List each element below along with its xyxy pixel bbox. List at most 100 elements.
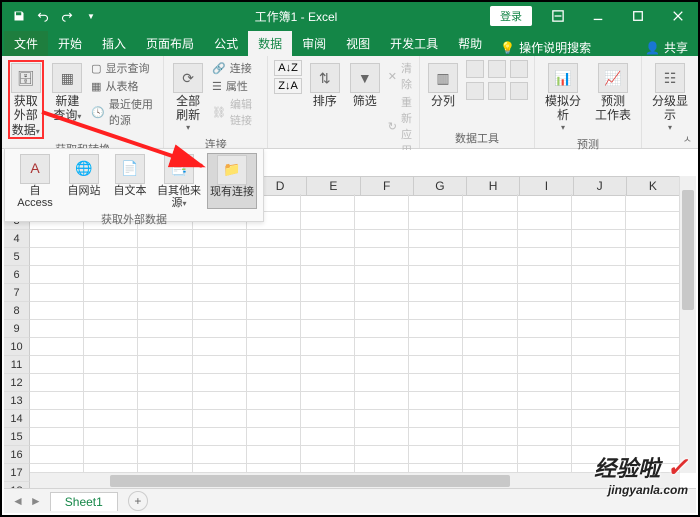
close-icon[interactable] <box>658 2 698 30</box>
tab-formulas[interactable]: 公式 <box>204 31 248 56</box>
filter-button[interactable]: ▼ 筛选 <box>348 60 382 110</box>
col-header[interactable]: H <box>467 177 520 195</box>
group-connections: ⟳ 全部刷新 ▾ 🔗 连接 ☰ 属性 ⛓ 编辑链接 连接 <box>164 56 268 148</box>
funnel-icon: ▼ <box>350 63 380 93</box>
maximize-icon[interactable] <box>618 2 658 30</box>
row-header[interactable]: 6 <box>4 266 30 284</box>
flash-fill-icon[interactable] <box>466 60 484 78</box>
window-title: 工作簿1 - Excel <box>102 8 490 25</box>
group-forecast: 📊 模拟分析 ▾ 📈 预测 工作表 预测 <box>535 56 642 148</box>
horizontal-scrollbar[interactable] <box>30 472 680 489</box>
relationships-icon[interactable] <box>488 82 506 100</box>
columns-icon: ▥ <box>428 63 458 93</box>
add-sheet-button[interactable]: + <box>128 491 148 511</box>
row-header[interactable]: 4 <box>4 230 30 248</box>
forecast-sheet-button[interactable]: 📈 预测 工作表 <box>591 60 635 125</box>
tell-me-search[interactable]: 💡 操作说明搜索 <box>500 39 591 56</box>
tab-help[interactable]: 帮助 <box>448 31 492 56</box>
row-header[interactable]: 8 <box>4 302 30 320</box>
sheet-tab[interactable]: Sheet1 <box>50 492 118 511</box>
refresh-all-button[interactable]: ⟳ 全部刷新 ▾ <box>170 60 206 134</box>
tab-view[interactable]: 视图 <box>336 31 380 56</box>
properties-item[interactable]: ☰ 属性 <box>212 78 261 94</box>
row-header[interactable]: 7 <box>4 284 30 302</box>
database-icon: 🗄 <box>11 63 41 93</box>
from-web-button[interactable]: 🌐 自网站 <box>63 153 105 209</box>
col-header[interactable]: F <box>361 177 414 195</box>
col-header[interactable]: E <box>307 177 360 195</box>
tab-dev[interactable]: 开发工具 <box>380 31 448 56</box>
col-header[interactable]: J <box>574 177 627 195</box>
qat-dropdown-icon[interactable]: ▼ <box>80 5 102 27</box>
forecast-icon: 📈 <box>598 63 628 93</box>
vertical-scrollbar[interactable] <box>679 176 696 473</box>
validation-icon[interactable] <box>510 60 528 78</box>
row-header[interactable]: 11 <box>4 356 30 374</box>
row-headers: 2 3 4 5 6 7 8 9 10 11 12 13 14 15 16 17 … <box>4 194 30 489</box>
ribbon-tabs: 文件 开始 插入 页面布局 公式 数据 审阅 视图 开发工具 帮助 💡 操作说明… <box>2 30 698 56</box>
tab-data[interactable]: 数据 <box>248 31 292 56</box>
tab-review[interactable]: 审阅 <box>292 31 336 56</box>
edit-links-item[interactable]: ⛓ 编辑链接 <box>212 96 261 128</box>
chevron-down-icon: ▾ <box>186 123 190 133</box>
share-button[interactable]: 👤 共享 <box>645 39 688 56</box>
consolidate-icon[interactable] <box>466 82 484 100</box>
sub-group-label: 获取外部数据 <box>101 211 167 227</box>
share-label: 共享 <box>664 39 688 56</box>
connections-item[interactable]: 🔗 连接 <box>212 60 261 76</box>
show-queries[interactable]: ▢ 显示查询 <box>91 60 157 76</box>
row-header[interactable]: 17 <box>4 464 30 482</box>
redo-icon[interactable] <box>56 5 78 27</box>
excel-window: ▼ 工作簿1 - Excel 登录 文件 开始 插入 页面布局 公式 数据 审阅… <box>0 0 700 517</box>
ribbon-options-icon[interactable] <box>538 2 578 30</box>
outline-button[interactable]: ☷ 分级显示 ▾ <box>648 60 692 134</box>
row-header[interactable]: 14 <box>4 410 30 428</box>
scrollbar-thumb[interactable] <box>110 475 510 487</box>
col-header[interactable]: I <box>520 177 573 195</box>
sheet-tab-bar: ◄ ► Sheet1 + <box>4 488 696 513</box>
what-if-button[interactable]: 📊 模拟分析 ▾ <box>541 60 585 134</box>
row-header[interactable]: 9 <box>4 320 30 338</box>
tab-home[interactable]: 开始 <box>48 31 92 56</box>
existing-connections-button[interactable]: 📁 现有连接 <box>207 153 257 209</box>
outline-icon: ☷ <box>655 63 685 93</box>
tab-layout[interactable]: 页面布局 <box>136 31 204 56</box>
sort-asc-icon[interactable]: A↓Z <box>274 60 302 76</box>
row-header[interactable]: 10 <box>4 338 30 356</box>
from-other-button[interactable]: 📑 自其他来源▾ <box>155 153 203 209</box>
text-to-columns-button[interactable]: ▥ 分列 <box>426 60 460 110</box>
next-sheet-icon[interactable]: ► <box>30 494 42 508</box>
tab-file[interactable]: 文件 <box>4 31 48 56</box>
save-icon[interactable] <box>8 5 30 27</box>
from-access-button[interactable]: A 自 Access <box>11 153 59 209</box>
reapply-filter[interactable]: ↻ 重新应用 <box>388 94 413 158</box>
col-header[interactable]: K <box>627 177 680 195</box>
recent-sources[interactable]: 🕓 最近使用的源 <box>91 96 157 128</box>
from-table[interactable]: ▦ 从表格 <box>91 78 157 94</box>
minimize-icon[interactable] <box>578 2 618 30</box>
from-text-button[interactable]: 📄 自文本 <box>109 153 151 209</box>
prev-sheet-icon[interactable]: ◄ <box>12 494 24 508</box>
col-header[interactable]: G <box>414 177 467 195</box>
row-header[interactable]: 16 <box>4 446 30 464</box>
sort-icon: ⇅ <box>310 63 340 93</box>
scrollbar-thumb[interactable] <box>682 190 694 310</box>
new-query-button[interactable]: ▦ 新建 查询▾ <box>50 60 86 125</box>
remove-dup-icon[interactable] <box>488 60 506 78</box>
get-external-data-button[interactable]: 🗄 获取 外部数据▾ <box>8 60 44 139</box>
data-model-icon[interactable] <box>510 82 528 100</box>
cells-area[interactable] <box>30 194 680 473</box>
row-header[interactable]: 5 <box>4 248 30 266</box>
tab-insert[interactable]: 插入 <box>92 31 136 56</box>
share-icon: 👤 <box>645 41 660 55</box>
row-header[interactable]: 13 <box>4 392 30 410</box>
row-header[interactable]: 15 <box>4 428 30 446</box>
window-controls <box>538 2 698 30</box>
collapse-ribbon-icon[interactable]: ㅅ <box>683 131 692 146</box>
undo-icon[interactable] <box>32 5 54 27</box>
sort-desc-icon[interactable]: Z↓A <box>274 78 302 94</box>
login-button[interactable]: 登录 <box>490 6 532 26</box>
sort-button[interactable]: ⇅ 排序 <box>308 60 342 110</box>
row-header[interactable]: 12 <box>4 374 30 392</box>
clear-filter[interactable]: ✕ 清除 <box>388 60 413 92</box>
